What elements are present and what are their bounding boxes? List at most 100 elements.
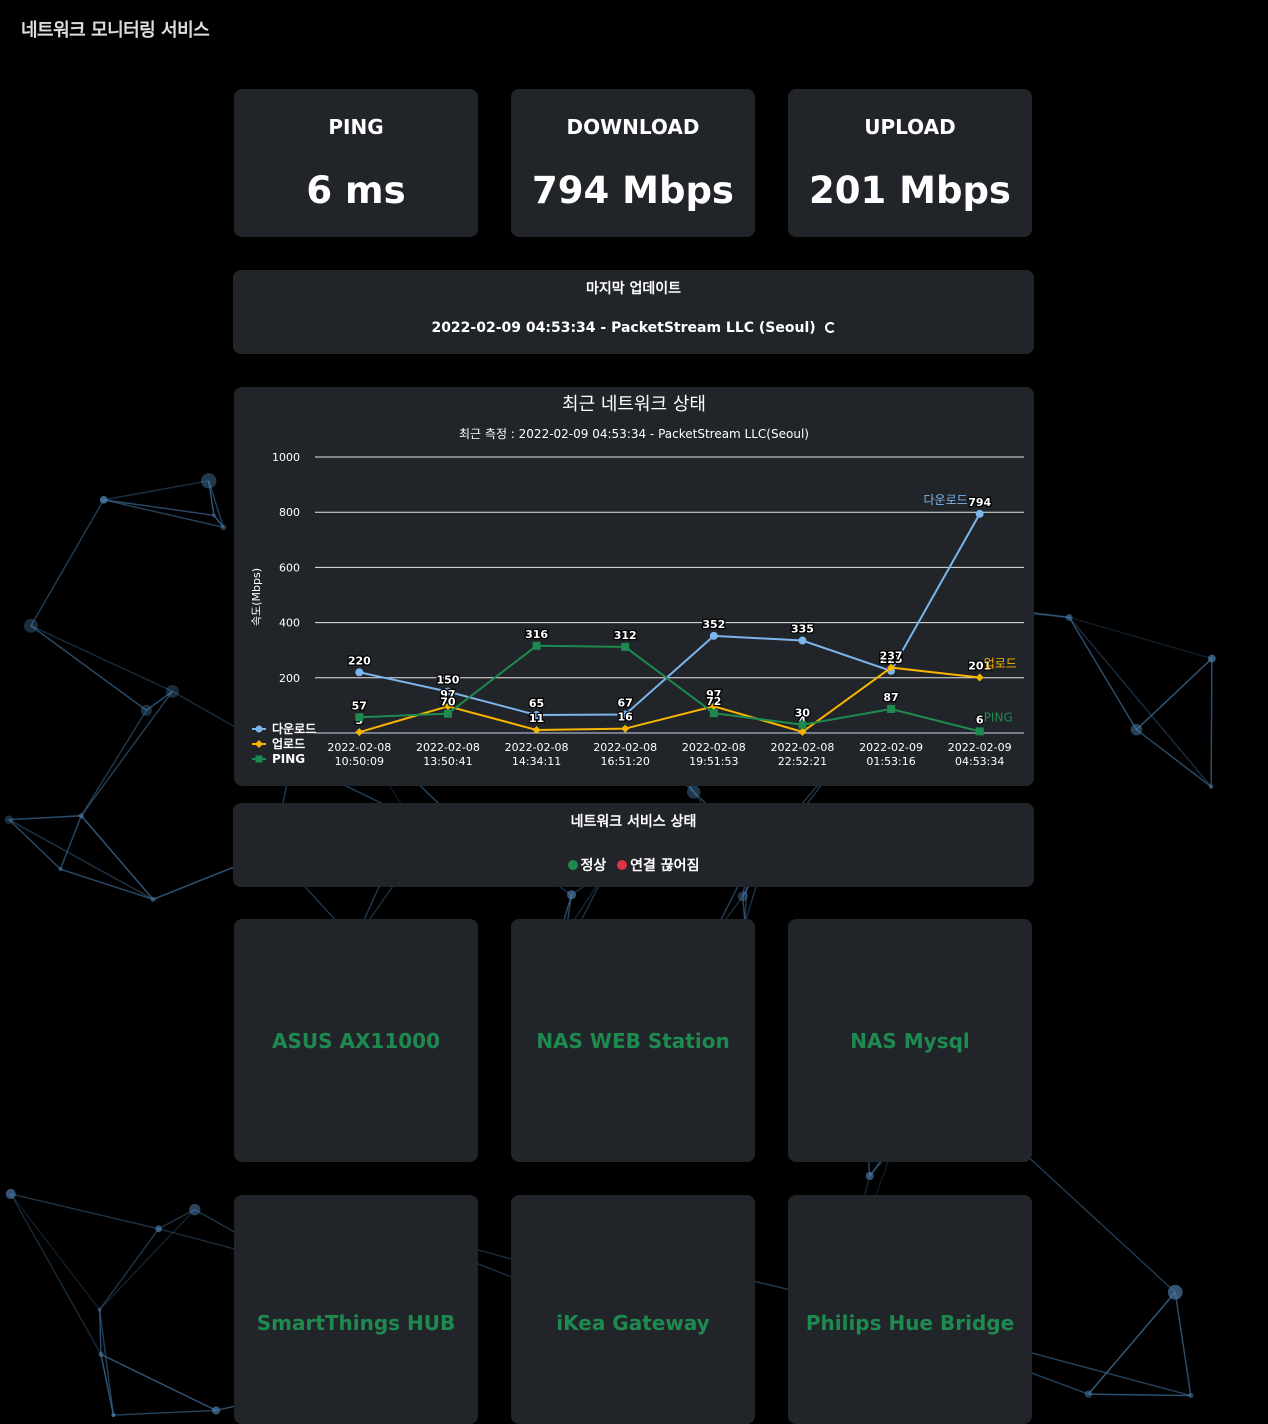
- x-tick-label: 2022-02-08 13:50:41: [416, 741, 480, 768]
- y-tick-label: 800: [279, 506, 300, 519]
- background-node: [737, 891, 748, 902]
- service-status-heading: 네트워크 서비스 상태: [570, 814, 697, 830]
- service-tile-nas-web[interactable]: NAS WEB Station: [511, 919, 755, 1162]
- stat-label: UPLOAD: [864, 115, 956, 139]
- y-axis-label: 속도(Mbps): [250, 568, 263, 626]
- data-label: 70: [440, 696, 456, 709]
- background-node: [23, 618, 38, 633]
- background-node: [189, 1203, 201, 1216]
- data-point: [798, 720, 807, 729]
- service-name: NAS WEB Station: [536, 1028, 730, 1053]
- data-point: [355, 713, 364, 722]
- data-point: [887, 704, 896, 713]
- legend-marker: [255, 755, 263, 763]
- data-point: [975, 727, 984, 736]
- series-end-label: 업로드: [984, 657, 1017, 671]
- status-disconnected-dot: [617, 860, 628, 870]
- stat-label: DOWNLOAD: [566, 115, 700, 139]
- background-node: [155, 1225, 163, 1233]
- refresh-icon[interactable]: [824, 322, 836, 333]
- background-link: [30, 625, 173, 692]
- legend-marker: [255, 725, 263, 733]
- stat-value: 201 Mbps: [809, 169, 1011, 212]
- data-label: 335: [791, 623, 814, 636]
- data-point: [709, 709, 718, 718]
- data-label: 237: [880, 650, 903, 663]
- x-tick-label: 2022-02-08 14:34:11: [505, 741, 569, 768]
- background-node: [99, 496, 108, 504]
- background-link: [1068, 617, 1212, 788]
- data-point: [532, 641, 541, 650]
- data-label: 220: [348, 654, 371, 667]
- background-node: [4, 815, 14, 824]
- background-link: [99, 1228, 160, 1311]
- background-link: [80, 709, 148, 817]
- background-node: [865, 1171, 874, 1181]
- data-point: [709, 631, 718, 640]
- background-node: [98, 1351, 104, 1357]
- background-node: [165, 684, 179, 698]
- series-end-label: PING: [984, 710, 1013, 724]
- service-tile-hue[interactable]: Philips Hue Bridge: [788, 1195, 1032, 1424]
- data-label: 57: [352, 699, 367, 712]
- background-node: [200, 473, 217, 489]
- data-label: 11: [529, 712, 544, 725]
- upload-stat-card: UPLOAD 201 Mbps: [788, 89, 1032, 237]
- stat-label: PING: [328, 115, 384, 139]
- data-label: 316: [525, 628, 548, 641]
- stat-value: 794 Mbps: [532, 169, 734, 212]
- data-label: 312: [614, 629, 637, 642]
- legend-item: PING: [272, 752, 305, 766]
- service-tile-smartthings[interactable]: SmartThings HUB: [234, 1195, 478, 1424]
- data-label: 65: [529, 697, 544, 710]
- background-link: [30, 625, 147, 711]
- last-update-card: 마지막 업데이트 2022-02-09 04:53:34 - PacketStr…: [233, 270, 1034, 354]
- ping-stat-card: PING 6 ms: [234, 89, 478, 237]
- background-link: [10, 1193, 102, 1355]
- background-link: [103, 480, 209, 501]
- background-node: [97, 1307, 102, 1312]
- data-point: [975, 509, 984, 518]
- background-node: [58, 867, 63, 872]
- background-node: [1130, 723, 1143, 736]
- service-status-card: 네트워크 서비스 상태 정상 연결 끊어짐: [233, 803, 1034, 887]
- background-node: [211, 1406, 221, 1415]
- background-node: [566, 890, 577, 900]
- data-point: [975, 673, 984, 682]
- background-link: [99, 1209, 196, 1311]
- x-tick-label: 2022-02-09 01:53:16: [859, 741, 923, 768]
- background-node: [211, 513, 216, 518]
- stat-value: 6 ms: [306, 169, 406, 212]
- service-tile-asus[interactable]: ASUS AX11000: [234, 919, 478, 1162]
- background-node: [150, 896, 156, 902]
- data-label: 150: [436, 674, 459, 687]
- background-node: [1208, 784, 1214, 789]
- background-link: [1210, 658, 1213, 787]
- background-link: [8, 819, 154, 900]
- data-label: 16: [618, 711, 634, 724]
- y-tick-label: 1000: [272, 451, 300, 464]
- background-link: [30, 499, 105, 627]
- background-node: [78, 813, 84, 819]
- background-node: [140, 704, 153, 716]
- service-tile-ikea[interactable]: iKea Gateway: [511, 1195, 755, 1424]
- background-link: [80, 690, 174, 817]
- status-normal-label: 정상: [580, 858, 607, 874]
- y-tick-label: 200: [279, 672, 300, 685]
- y-tick-label: 400: [279, 617, 300, 630]
- app-title: 네트워크 모니터링 서비스: [21, 20, 210, 41]
- x-tick-label: 2022-02-09 04:53:34: [948, 741, 1012, 768]
- data-label: 67: [618, 697, 633, 710]
- background-link: [98, 1309, 115, 1416]
- data-label: 30: [795, 707, 811, 720]
- service-tile-nas-mysql[interactable]: NAS Mysql: [788, 919, 1032, 1162]
- background-link: [1087, 1291, 1176, 1395]
- chart-title: 최근 네트워크 상태: [562, 394, 706, 415]
- background-node: [1167, 1284, 1183, 1300]
- background-link: [100, 1353, 217, 1412]
- background-link: [1088, 1393, 1191, 1397]
- data-label: 87: [883, 691, 898, 704]
- background-link: [113, 1409, 217, 1416]
- chart-subtitle: 최근 측정 : 2022-02-09 04:53:34 - PacketStre…: [459, 427, 809, 441]
- background-node: [220, 524, 227, 531]
